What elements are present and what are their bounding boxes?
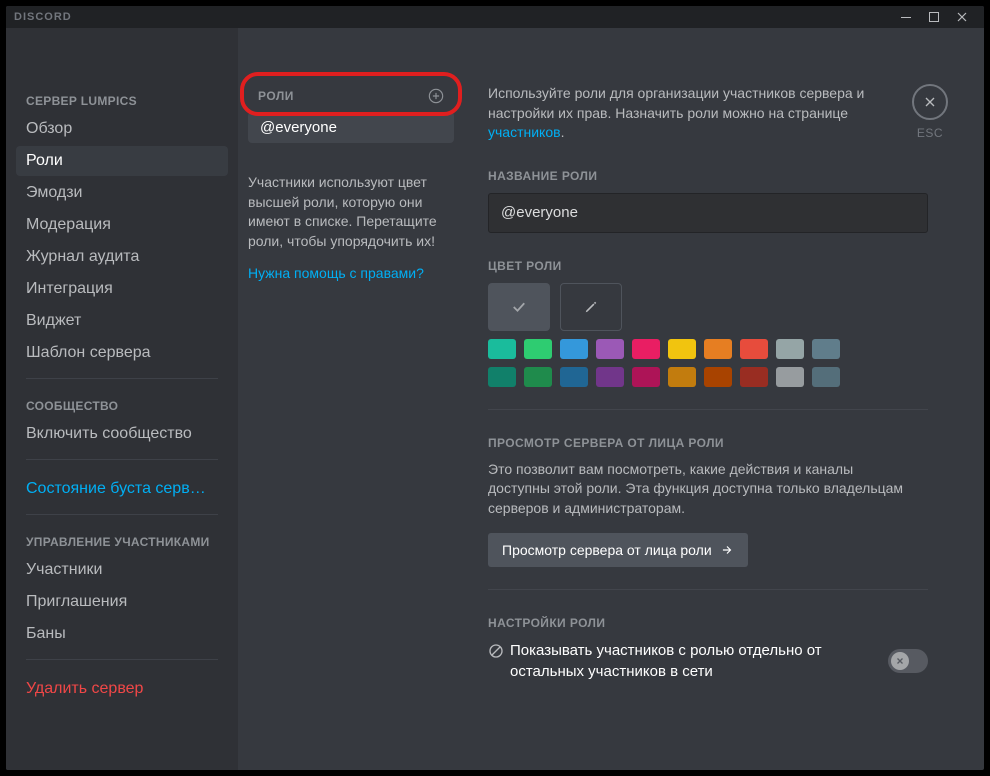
color-swatch[interactable] [776,367,804,387]
window-close-button[interactable] [948,6,976,28]
color-swatch[interactable] [596,339,624,359]
color-swatch[interactable] [776,339,804,359]
close-settings-button[interactable]: ESC [912,84,948,140]
close-icon [912,84,948,120]
sidebar-item-emoji[interactable]: Эмодзи [16,178,228,208]
divider [488,589,928,590]
disallowed-icon [488,643,504,659]
color-swatch[interactable] [812,339,840,359]
sidebar-item-delete-server[interactable]: Удалить сервер [16,674,228,704]
sidebar-separator [26,659,218,660]
sidebar-item-roles[interactable]: Роли [16,146,228,176]
sidebar-item-bans[interactable]: Баны [16,619,228,649]
color-swatch[interactable] [740,367,768,387]
color-swatch[interactable] [596,367,624,387]
roles-description: Используйте роли для организации участни… [488,84,928,143]
sidebar-item-widget[interactable]: Виджет [16,306,228,336]
role-name-input[interactable] [488,193,928,233]
role-name-label: НАЗВАНИЕ РОЛИ [488,169,964,183]
sidebar-item-moderation[interactable]: Модерация [16,210,228,240]
roles-help-text: Участники используют цвет высшей роли, к… [248,173,454,251]
sidebar-item-invites[interactable]: Приглашения [16,587,228,617]
color-swatch[interactable] [812,367,840,387]
color-swatch-grid [488,339,840,387]
roles-list-column: РОЛИ @everyone Участники используют цвет… [238,28,470,770]
color-picker-button[interactable] [560,283,622,331]
sidebar-header-server: СЕРВЕР LUMPICS [16,88,228,114]
view-as-role-desc: Это позволит вам посмотреть, какие дейст… [488,460,918,519]
sidebar-header-user-mgmt: УПРАВЛЕНИЕ УЧАСТНИКАМИ [16,529,228,555]
add-role-button[interactable] [428,88,444,104]
color-swatch[interactable] [524,367,552,387]
sidebar-separator [26,514,218,515]
roles-list-title: РОЛИ [258,89,294,103]
color-swatch[interactable] [488,339,516,359]
titlebar: DISCORD [6,6,984,28]
color-swatch[interactable] [560,367,588,387]
color-swatch[interactable] [632,339,660,359]
color-swatch[interactable] [488,367,516,387]
sidebar-item-integrations[interactable]: Интеграция [16,274,228,304]
color-swatch[interactable] [740,339,768,359]
view-as-role-button[interactable]: Просмотр сервера от лица роли [488,533,748,567]
role-settings-label: НАСТРОЙКИ РОЛИ [488,616,964,630]
window-minimize-button[interactable] [892,6,920,28]
divider [488,409,928,410]
role-color-label: ЦВЕТ РОЛИ [488,259,964,273]
color-swatch[interactable] [632,367,660,387]
display-separately-toggle[interactable] [888,649,928,673]
sidebar-item-boost-status[interactable]: Состояние буста серв… [16,474,228,504]
sidebar-item-audit-log[interactable]: Журнал аудита [16,242,228,272]
sidebar-item-template[interactable]: Шаблон сервера [16,338,228,368]
color-swatch[interactable] [524,339,552,359]
app-title: DISCORD [14,11,72,23]
sidebar-separator [26,378,218,379]
role-list-item-everyone[interactable]: @everyone [248,112,454,143]
color-swatch[interactable] [668,339,696,359]
display-separately-label: Показывать участников с ролью отдельно о… [488,640,848,684]
view-as-role-label: ПРОСМОТР СЕРВЕРА ОТ ЛИЦА РОЛИ [488,436,964,450]
color-default-swatch[interactable] [488,283,550,331]
color-swatch[interactable] [560,339,588,359]
sidebar-item-overview[interactable]: Обзор [16,114,228,144]
sidebar-separator [26,459,218,460]
color-swatch[interactable] [668,367,696,387]
members-link[interactable]: участников [488,124,561,140]
color-swatch[interactable] [704,367,732,387]
sidebar-item-enable-community[interactable]: Включить сообщество [16,419,228,449]
window-maximize-button[interactable] [920,6,948,28]
role-detail-column: Используйте роли для организации участни… [470,28,984,770]
color-swatch[interactable] [704,339,732,359]
permissions-help-link[interactable]: Нужна помощь с правами? [248,265,424,281]
sidebar-item-members[interactable]: Участники [16,555,228,585]
esc-label: ESC [917,126,943,140]
sidebar-header-community: СООБЩЕСТВО [16,393,228,419]
settings-sidebar: СЕРВЕР LUMPICS Обзор Роли Эмодзи Модерац… [6,28,238,770]
